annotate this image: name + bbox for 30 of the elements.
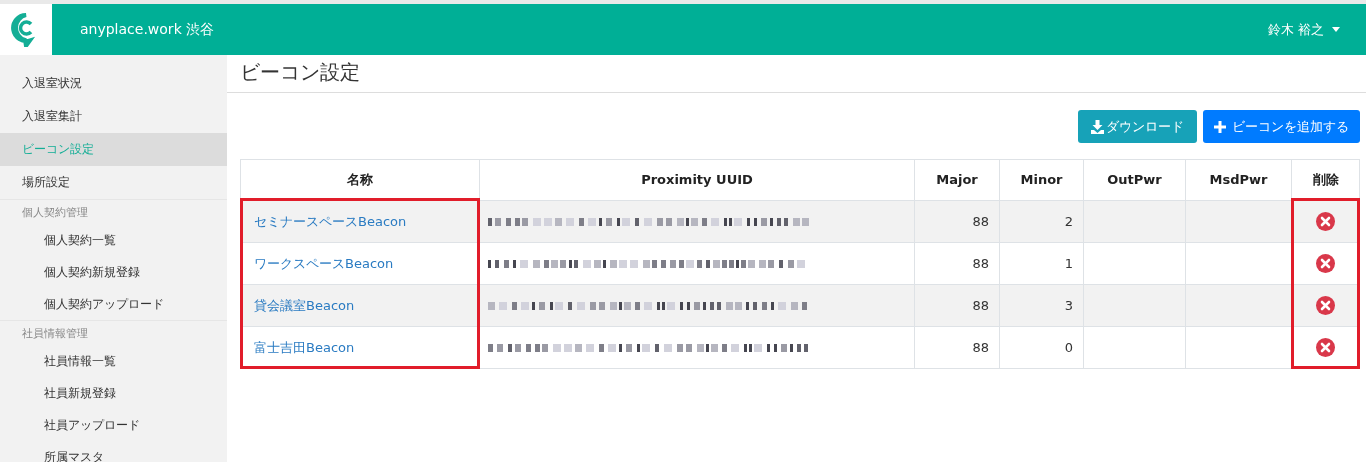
table-cell: 3 [1000,284,1083,326]
plus-icon [1214,120,1226,133]
sidebar-item[interactable]: 個人契約一覧 [0,224,227,256]
sidebar-group-label: 社員情報管理 [0,320,227,345]
sidebar-item[interactable]: 社員新規登録 [0,377,227,409]
table-cell: 2 [1000,201,1083,242]
sidebar-item[interactable]: 入退室状況 [0,67,227,100]
table-cell: 88 [915,201,999,242]
sidebar-item[interactable]: 個人契約新規登録 [0,256,227,288]
delete-icon[interactable] [1316,254,1335,273]
page-title: ビーコン設定 [227,55,1366,93]
beacon-link[interactable]: 貸会議室Beacon [254,296,355,315]
sidebar-item[interactable]: 所属マスタ [0,441,227,462]
sidebar-item[interactable]: 場所設定 [0,166,227,199]
sidebar-group-label: 個人契約管理 [0,199,227,224]
sidebar-item[interactable]: 個人契約アップロード [0,288,227,320]
download-icon [1091,119,1104,134]
sidebar-item[interactable]: 入退室集計 [0,100,227,133]
add-beacon-button[interactable]: ビーコンを追加する [1203,110,1360,143]
beacon-link[interactable]: ワークスペースBeacon [254,254,394,273]
sidebar-item[interactable]: 社員アップロード [0,409,227,441]
delete-icon[interactable] [1316,296,1335,315]
caret-icon [1332,27,1340,32]
table-cell: 88 [915,284,999,326]
site-title: anyplace.work 渋谷 [80,20,215,39]
beacon-link[interactable]: セミナースペースBeacon [254,212,407,231]
delete-icon[interactable] [1316,212,1335,231]
sidebar-item[interactable]: 社員情報一覧 [0,345,227,377]
beacon-link[interactable]: 富士吉田Beacon [254,338,355,357]
delete-icon[interactable] [1316,338,1335,357]
